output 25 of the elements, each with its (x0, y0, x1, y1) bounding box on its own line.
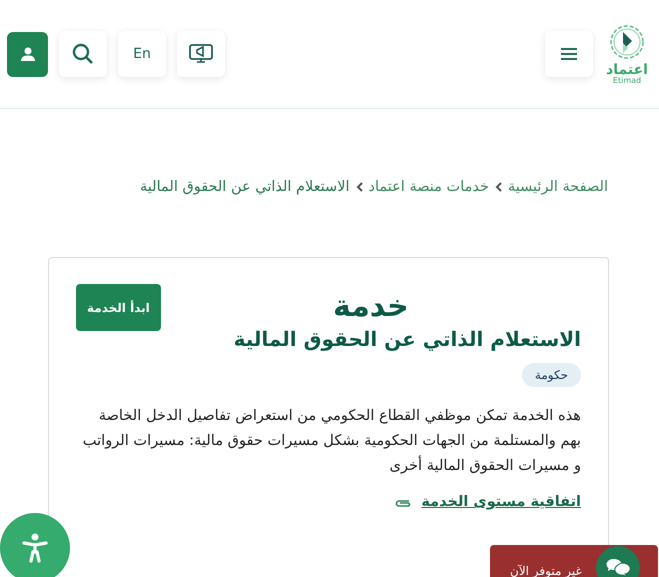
logo-emblem-icon (608, 23, 646, 61)
paperclip-icon (395, 498, 412, 506)
category-tag: حكومة (522, 363, 581, 387)
account-button[interactable] (7, 32, 48, 76)
service-heading: خدمة (333, 289, 409, 325)
chevron-icon (494, 182, 502, 192)
sla-link[interactable]: اتفاقية مستوى الخدمة (421, 494, 581, 510)
logo-text: اعتماد (606, 63, 648, 77)
menu-button[interactable] (545, 31, 593, 77)
breadcrumb-current: الاستعلام الذاتي عن الحقوق المالية (140, 179, 350, 195)
start-service-button[interactable]: ابدأ الخدمة (76, 284, 161, 331)
breadcrumb-link[interactable]: الصفحة الرئيسية (508, 179, 608, 195)
service-description: هذه الخدمة تمكن موظفي القطاع الحكومي من استعراض تفاصيل الدخل الخاصة بهم والمستلمة من الجهات الحكومية بشكل مسيرات حقوق مالية: مسيرات الرواتب و مسيرات الحقوق المالية أخرى (82, 406, 581, 476)
menu-icon (561, 48, 577, 60)
search-button[interactable] (59, 31, 107, 77)
search-icon (72, 43, 94, 65)
chevron-icon (356, 182, 363, 192)
logo-subtext: Etimad (612, 77, 642, 85)
service-title: الاستعلام الذاتي عن الحقوق المالية (234, 327, 581, 351)
monitor-megaphone-icon (189, 43, 213, 65)
breadcrumb-link[interactable]: خدمات منصة اعتماد (368, 179, 489, 195)
accessibility-icon (22, 533, 48, 563)
language-button[interactable]: En (118, 31, 166, 77)
user-icon (20, 46, 36, 62)
announcement-button[interactable] (177, 31, 225, 77)
